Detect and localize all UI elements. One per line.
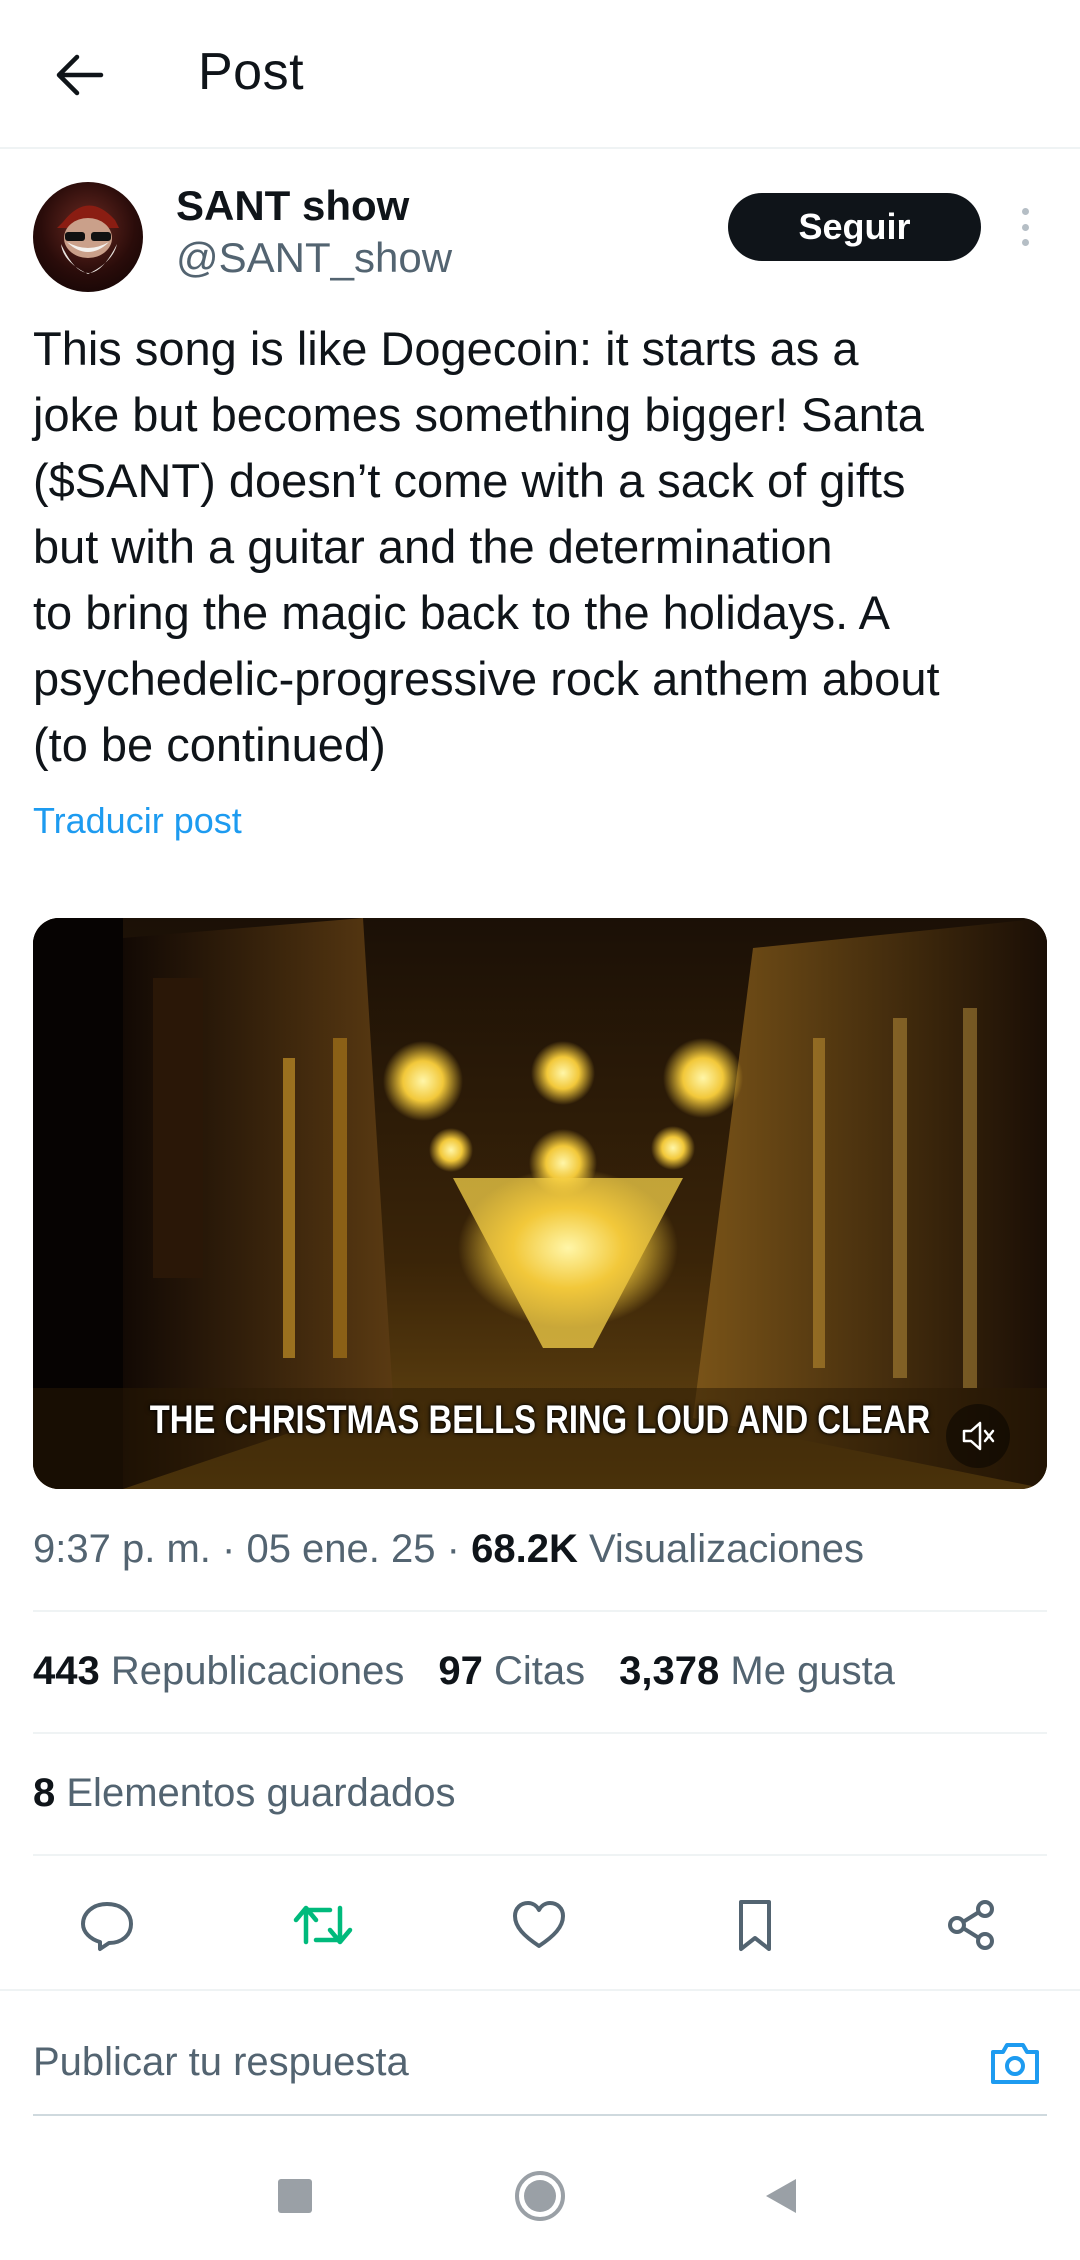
likes-label: Me gusta — [730, 1649, 895, 1693]
bookmark-button[interactable] — [720, 1890, 790, 1960]
reply-input[interactable]: Publicar tu respuesta — [33, 2040, 409, 2085]
camera-icon — [991, 2043, 1039, 2084]
saved-stat[interactable]: 8 Elementos guardados — [33, 1771, 456, 1816]
avatar[interactable] — [33, 182, 143, 292]
engagement-stats: 443 Republicaciones 97 Citas 3,378 Me gu… — [33, 1649, 895, 1694]
share-icon — [948, 1900, 994, 1950]
separator: · — [222, 1527, 236, 1571]
saved-count: 8 — [33, 1771, 56, 1815]
back-button[interactable] — [44, 40, 114, 110]
divider — [33, 1610, 1047, 1612]
reposts-label: Republicaciones — [110, 1649, 405, 1693]
speaker-muted-icon — [962, 1421, 995, 1451]
triangle-back-icon — [766, 2179, 796, 2213]
camera-button[interactable] — [982, 2030, 1048, 2096]
home-button[interactable] — [510, 2166, 570, 2226]
likes-count: 3,378 — [619, 1649, 720, 1693]
like-button[interactable] — [504, 1890, 574, 1960]
page-title: Post — [198, 43, 305, 101]
quotes-label: Citas — [494, 1649, 586, 1693]
likes-stat[interactable]: 3,378 Me gusta — [619, 1649, 895, 1694]
share-button[interactable] — [936, 1890, 1006, 1960]
reposts-count: 443 — [33, 1649, 100, 1693]
post-timestamp-views: 9:37 p. m. · 05 ene. 25 · 68.2K Visualiz… — [33, 1527, 864, 1572]
follow-button[interactable]: Seguir — [728, 193, 981, 261]
quotes-stat[interactable]: 97 Citas — [438, 1649, 585, 1694]
divider — [33, 1732, 1047, 1734]
post-text: This song is like Dogecoin: it starts as… — [33, 322, 940, 771]
heart-icon — [513, 1901, 565, 1948]
video-subtitle: THE CHRISTMAS BELLS RING LOUD AND CLEAR — [149, 1398, 931, 1442]
author-display-name[interactable]: SANT show — [176, 182, 409, 230]
separator: · — [446, 1527, 460, 1571]
views-count: 68.2K — [471, 1527, 578, 1571]
back-nav-button[interactable] — [752, 2166, 812, 2226]
reply-divider — [0, 1989, 1080, 1991]
repost-icon — [293, 1905, 353, 1945]
reposts-stat[interactable]: 443 Republicaciones — [33, 1649, 404, 1694]
mute-button[interactable] — [946, 1404, 1010, 1468]
top-bar: Post — [0, 0, 1080, 149]
post-date: 05 ene. 25 — [246, 1527, 436, 1571]
post-time: 9:37 p. m. — [33, 1527, 211, 1571]
translate-post-link[interactable]: Traducir post — [33, 800, 242, 842]
recents-button[interactable] — [265, 2166, 325, 2226]
santa-avatar-image — [57, 205, 119, 274]
circle-home-icon — [515, 2171, 565, 2221]
repost-button[interactable] — [288, 1890, 358, 1960]
bookmark-icon — [739, 1900, 771, 1951]
square-icon — [278, 2179, 312, 2213]
reply-underline — [33, 2114, 1047, 2116]
saved-label: Elementos guardados — [66, 1771, 456, 1815]
more-options-icon[interactable] — [1010, 200, 1040, 254]
reply-icon — [81, 1902, 133, 1951]
arrow-left-icon — [56, 54, 104, 96]
author-handle[interactable]: @SANT_show — [176, 234, 452, 282]
reply-button[interactable] — [72, 1890, 142, 1960]
quotes-count: 97 — [438, 1649, 483, 1693]
divider — [33, 1854, 1047, 1856]
views-label: Visualizaciones — [588, 1527, 864, 1571]
